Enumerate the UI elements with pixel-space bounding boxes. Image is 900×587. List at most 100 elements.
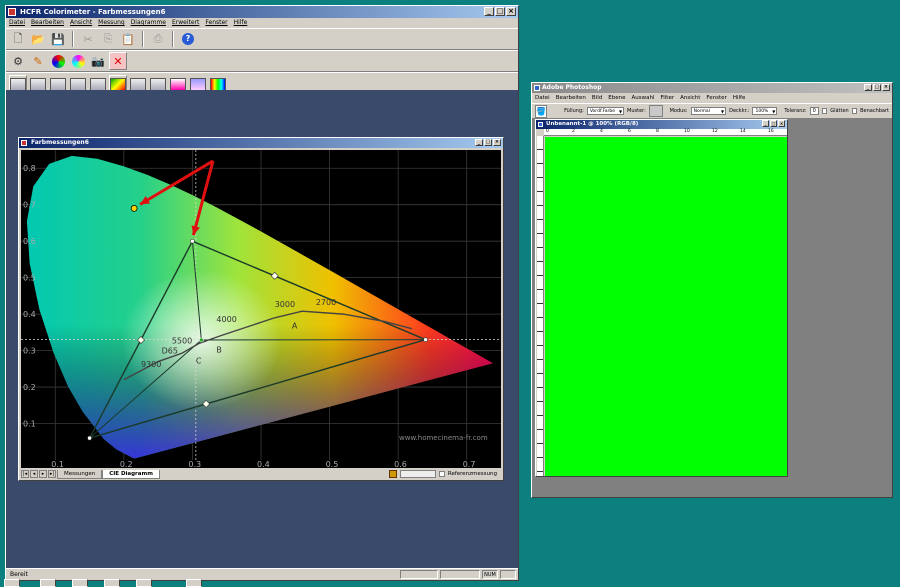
menu-bearbeiten[interactable]: Bearbeiten (31, 18, 64, 28)
y-tick-label: 0.5 (23, 274, 36, 283)
cie-diagram-svg: 9300D655500400030002700CBA 0.10.20.30.40… (21, 150, 501, 468)
help-icon[interactable]: ? (179, 30, 197, 48)
colors-icon[interactable] (69, 52, 87, 70)
ps-minimize-button[interactable]: _ (864, 84, 872, 91)
menu-fenster[interactable]: Fenster (205, 18, 227, 28)
doc-icon (538, 122, 543, 127)
ps-titlebar[interactable]: Adobe Photoshop _ □ × (532, 83, 892, 93)
cut-icon[interactable]: ✂ (79, 30, 97, 48)
ps-menu-filter[interactable]: Filter (660, 93, 674, 103)
print-icon[interactable]: ⎙ (149, 30, 167, 48)
save-icon[interactable]: 💾 (49, 30, 67, 48)
reference-dropdown[interactable] (400, 470, 436, 478)
tab-first-arrow[interactable]: |◂ (21, 470, 29, 478)
chart-window-icon (21, 140, 27, 146)
minimize-button[interactable]: _ (484, 7, 494, 16)
ps-menu-ansicht[interactable]: Ansicht (680, 93, 700, 103)
ruler-mark: 2 (572, 129, 575, 134)
doc-close-button[interactable]: × (778, 120, 785, 127)
tab-next-arrow[interactable]: ▸ (39, 470, 47, 478)
x-tick-label: 0.6 (394, 460, 407, 468)
tab-prev-arrow[interactable]: ◂ (30, 470, 38, 478)
primary-point-G (190, 239, 194, 243)
white-point (199, 338, 203, 342)
menu-diagramme[interactable]: Diagramme (131, 18, 166, 28)
ruler-mark: 16 (768, 129, 774, 134)
doc-titlebar[interactable]: Unbenannt-1 @ 100% (RGB/8) _ □ × (536, 120, 787, 129)
ps-menu-bearbeiten[interactable]: Bearbeiten (556, 93, 586, 103)
ps-menu-hilfe[interactable]: Hilfe (733, 93, 746, 103)
status-panel-1 (400, 570, 438, 579)
open-icon[interactable]: 📂 (29, 30, 47, 48)
menu-datei[interactable]: Datei (9, 18, 25, 28)
camera-icon[interactable]: 📷 (89, 52, 107, 70)
menu-hilfe[interactable]: Hilfe (234, 18, 248, 28)
primary-point-B (88, 436, 92, 440)
cie-chart[interactable]: 9300D655500400030002700CBA 0.10.20.30.40… (21, 150, 501, 468)
ruler-mark: 10 (684, 129, 690, 134)
ps-menu-bild[interactable]: Bild (592, 93, 602, 103)
hcfr-window: HCFR Colorimeter - Farbmessungen6 _ □ × … (5, 5, 519, 581)
blackbody-label: 9300 (141, 360, 161, 369)
chart-close-button[interactable]: × (493, 139, 501, 146)
tab-messungen[interactable]: Messungen (57, 470, 102, 479)
chart-minimize-button[interactable]: _ (475, 139, 483, 146)
fill-select[interactable]: Vordf.Farbe (587, 107, 624, 115)
ps-menu-ebene[interactable]: Ebene (608, 93, 625, 103)
opacity-input[interactable]: 100% (752, 107, 777, 115)
toolbar-measure: ⚙ ✎ 📷 ✕ (6, 50, 518, 72)
blackbody-label: D65 (162, 347, 178, 356)
ps-menu-datei[interactable]: Datei (535, 93, 550, 103)
tab-cie-diagramm[interactable]: CIE Diagramm (102, 470, 160, 479)
generator-icon[interactable]: ✎ (29, 52, 47, 70)
illuminant-label: C (196, 356, 202, 365)
status-panel-2 (440, 570, 480, 579)
watermark: www.homecinema-fr.com (399, 434, 488, 442)
y-tick-label: 0.2 (23, 383, 36, 392)
ps-maximize-button[interactable]: □ (873, 84, 881, 91)
mode-select[interactable]: Normal (691, 107, 727, 115)
menu-erweitert[interactable]: Erweitert (172, 18, 199, 28)
smooth-checkbox[interactable] (822, 108, 827, 114)
x-tick-label: 0.5 (326, 460, 339, 468)
y-tick-label: 0.1 (23, 420, 36, 429)
pattern-swatch[interactable] (649, 105, 663, 117)
menu-messung[interactable]: Messung (98, 18, 125, 28)
hcfr-titlebar[interactable]: HCFR Colorimeter - Farbmessungen6 _ □ × (6, 6, 518, 18)
chart-titlebar[interactable]: Farbmessungen6 _ □ × (19, 138, 503, 148)
ps-menu-auswahl[interactable]: Auswahl (631, 93, 654, 103)
ruler-vertical (537, 136, 544, 476)
tolerance-input[interactable]: 0 (810, 107, 819, 115)
blackbody-label: 4000 (216, 315, 236, 324)
chart-maximize-button[interactable]: □ (484, 139, 492, 146)
new-icon[interactable]: 🗋 (9, 30, 27, 48)
hcfr-menubar: Datei Bearbeiten Ansicht Messung Diagram… (6, 18, 518, 28)
maximize-button[interactable]: □ (495, 7, 505, 16)
paste-icon[interactable]: 📋 (119, 30, 137, 48)
ps-close-button[interactable]: × (882, 84, 890, 91)
ps-options-bar: 🪣 Füllung: Vordf.Farbe Muster: Modus: No… (532, 103, 892, 119)
rgb-icon[interactable] (49, 52, 67, 70)
reference-picker[interactable] (389, 470, 397, 478)
menu-ansicht[interactable]: Ansicht (70, 18, 92, 28)
stop-icon[interactable]: ✕ (109, 52, 127, 70)
ruler-mark: 12 (712, 129, 718, 134)
blackbody-label: 2700 (316, 298, 336, 307)
bucket-tool-icon[interactable]: 🪣 (535, 105, 547, 118)
adjacent-checkbox[interactable] (852, 108, 857, 114)
doc-maximize-button[interactable]: □ (770, 120, 777, 127)
copy-icon[interactable]: ⎘ (99, 30, 117, 48)
pattern-label: Muster: (627, 108, 646, 114)
tab-last-arrow[interactable]: ▸| (48, 470, 56, 478)
ps-menu-fenster[interactable]: Fenster (706, 93, 726, 103)
doc-minimize-button[interactable]: _ (762, 120, 769, 127)
reference-checkbox[interactable] (439, 471, 445, 477)
sensor-icon[interactable]: ⚙ (9, 52, 27, 70)
ps-menubar: Datei Bearbeiten Bild Ebene Auswahl Filt… (532, 93, 892, 103)
close-button[interactable]: × (506, 7, 516, 16)
y-tick-label: 0.4 (23, 310, 36, 319)
green-canvas[interactable] (545, 137, 787, 476)
chart-window: Farbmessungen6 _ □ × (18, 137, 504, 481)
app-icon (8, 8, 16, 16)
illuminant-label: A (292, 322, 298, 331)
